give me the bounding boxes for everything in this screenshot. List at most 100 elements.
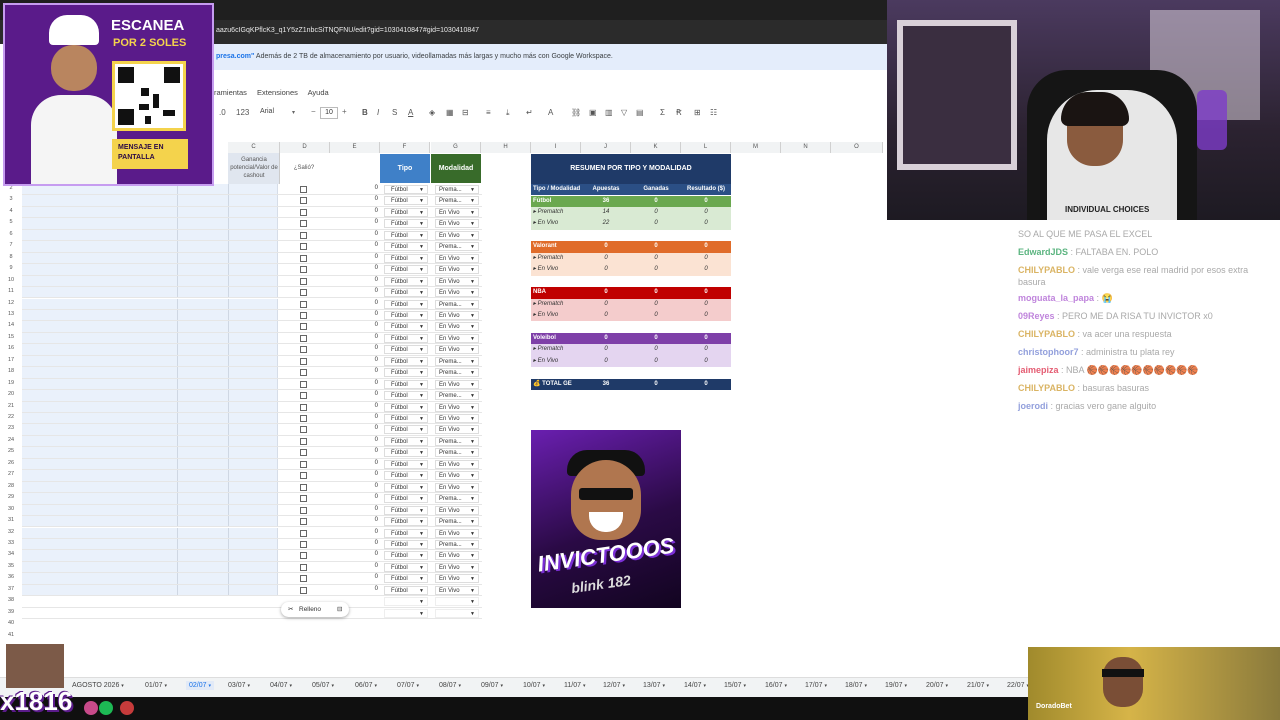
- modalidad-dropdown[interactable]: Prema... ▼: [435, 196, 479, 206]
- tipo-dropdown[interactable]: Fútbol ▼: [384, 505, 428, 515]
- cell-block[interactable]: [22, 195, 278, 206]
- tipo-dropdown[interactable]: Fútbol ▼: [384, 471, 428, 481]
- column-header[interactable]: H: [481, 142, 531, 153]
- modalidad-dropdown[interactable]: Prema... ▼: [435, 368, 479, 378]
- tipo-dropdown[interactable]: Fútbol ▼: [384, 436, 428, 446]
- row-number[interactable]: 20: [0, 391, 22, 397]
- tipo-dropdown[interactable]: Fútbol ▼: [384, 528, 428, 538]
- salio-checkbox[interactable]: [300, 403, 307, 411]
- modalidad-dropdown[interactable]: En Vivo ▼: [435, 551, 479, 561]
- salio-checkbox[interactable]: [300, 506, 307, 514]
- cell-value[interactable]: 0: [362, 471, 378, 477]
- modalidad-dropdown[interactable]: Prema... ▼: [435, 356, 479, 366]
- tab-caret-icon[interactable]: ▾: [289, 683, 292, 689]
- row-number[interactable]: 8: [0, 254, 22, 260]
- wrap-icon[interactable]: ↵: [526, 108, 533, 117]
- cell-block[interactable]: [22, 367, 278, 378]
- cell-block[interactable]: [22, 458, 278, 470]
- modalidad-dropdown[interactable]: En Vivo ▼: [435, 471, 479, 481]
- cell-value[interactable]: 0: [362, 403, 378, 409]
- sheet-tab[interactable]: 17/07 ▾: [805, 682, 827, 689]
- salio-checkbox[interactable]: [300, 529, 307, 537]
- cell-block[interactable]: [22, 355, 278, 367]
- cell-value[interactable]: 0: [362, 208, 378, 214]
- salio-checkbox[interactable]: [300, 586, 307, 594]
- salio-checkbox[interactable]: [300, 369, 307, 377]
- tab-caret-icon[interactable]: ▾: [331, 683, 334, 689]
- row-number[interactable]: 18: [0, 368, 22, 374]
- row-number[interactable]: 30: [0, 506, 22, 512]
- tipo-dropdown[interactable]: Fútbol ▼: [384, 299, 428, 309]
- tipo-dropdown[interactable]: Fútbol ▼: [384, 379, 428, 389]
- sheet-tab[interactable]: 11/07 ▾: [564, 682, 585, 689]
- modalidad-dropdown[interactable]: En Vivo ▼: [435, 288, 479, 298]
- tipo-dropdown[interactable]: Fútbol ▼: [384, 482, 428, 492]
- cell-block[interactable]: [22, 309, 278, 321]
- cell-value[interactable]: 0: [362, 322, 378, 328]
- salio-checkbox[interactable]: [300, 220, 307, 228]
- font-size-increase-button[interactable]: +: [342, 107, 347, 116]
- sheet-tab[interactable]: 22/07 ▾: [1007, 682, 1029, 689]
- tipo-dropdown[interactable]: Fútbol ▼: [384, 310, 428, 320]
- modalidad-dropdown[interactable]: En Vivo ▼: [435, 562, 479, 572]
- menu-tools[interactable]: ramientas: [214, 88, 247, 97]
- salio-checkbox[interactable]: [300, 289, 307, 297]
- fill-options-icon[interactable]: ⊟: [337, 602, 342, 617]
- cell-value[interactable]: 0: [362, 506, 378, 512]
- chat-username[interactable]: CHILYPABLO: [1018, 383, 1075, 393]
- tab-caret-icon[interactable]: ▾: [986, 683, 989, 689]
- modalidad-dropdown[interactable]: En Vivo ▼: [435, 585, 479, 595]
- tab-caret-icon[interactable]: ▾: [208, 683, 211, 689]
- filter-views-icon[interactable]: ▤: [636, 108, 644, 117]
- salio-checkbox[interactable]: [300, 449, 307, 457]
- cell-value[interactable]: 0: [362, 483, 378, 489]
- menu-help[interactable]: Ayuda: [308, 88, 329, 97]
- cell-value[interactable]: 0: [362, 380, 378, 386]
- modalidad-dropdown[interactable]: Prema... ▼: [435, 436, 479, 446]
- tab-caret-icon[interactable]: ▾: [500, 683, 503, 689]
- row-number[interactable]: 15: [0, 334, 22, 340]
- sheet-tab[interactable]: 01/07 ▾: [145, 682, 167, 689]
- tipo-dropdown[interactable]: Fútbol ▼: [384, 265, 428, 275]
- row-number[interactable]: 40: [0, 620, 22, 626]
- fill-color-icon[interactable]: ◈: [429, 108, 435, 117]
- tipo-dropdown[interactable]: Fútbol ▼: [384, 448, 428, 458]
- merge-icon[interactable]: ⊟: [462, 108, 469, 117]
- spotify-icon[interactable]: [99, 701, 113, 715]
- tab-caret-icon[interactable]: ▾: [662, 683, 665, 689]
- tipo-dropdown[interactable]: Fútbol ▼: [384, 196, 428, 206]
- cell-block[interactable]: [22, 516, 278, 527]
- salio-checkbox[interactable]: [300, 243, 307, 251]
- row-number[interactable]: 4: [0, 208, 22, 214]
- salio-checkbox[interactable]: [300, 540, 307, 548]
- tab-caret-icon[interactable]: ▾: [945, 683, 948, 689]
- salio-checkbox[interactable]: [300, 357, 307, 365]
- row-number[interactable]: 36: [0, 574, 22, 580]
- font-family-select[interactable]: Arial: [260, 108, 274, 115]
- tab-caret-icon[interactable]: ▾: [374, 683, 377, 689]
- row-number[interactable]: 22: [0, 414, 22, 420]
- modalidad-dropdown[interactable]: En Vivo ▼: [435, 574, 479, 584]
- salio-checkbox[interactable]: [300, 575, 307, 583]
- tipo-dropdown[interactable]: Fútbol ▼: [384, 585, 428, 595]
- align-icon[interactable]: ≡: [486, 108, 491, 117]
- cell-block[interactable]: [22, 378, 278, 390]
- tipo-dropdown[interactable]: Fútbol ▼: [384, 207, 428, 217]
- cell-block[interactable]: [22, 321, 278, 332]
- salio-checkbox[interactable]: [300, 300, 307, 308]
- cell-block[interactable]: [22, 573, 278, 584]
- tipo-dropdown[interactable]: Fútbol ▼: [384, 414, 428, 423]
- cell-block[interactable]: [22, 344, 278, 355]
- salio-checkbox[interactable]: [300, 208, 307, 216]
- column-header[interactable]: I: [531, 142, 581, 153]
- row-number[interactable]: 38: [0, 597, 22, 603]
- modalidad-dropdown[interactable]: En Vivo ▼: [435, 207, 479, 217]
- cell-value[interactable]: 0: [362, 551, 378, 557]
- row-number[interactable]: 41: [0, 632, 22, 638]
- cell-block[interactable]: [22, 206, 278, 218]
- sheet-tab[interactable]: AGOSTO 2026 ▾: [72, 682, 124, 689]
- cell-block[interactable]: [22, 481, 278, 493]
- sheet-tab[interactable]: 06/07 ▾: [355, 682, 377, 689]
- tipo-dropdown[interactable]: Fútbol ▼: [384, 391, 428, 401]
- empty-modalidad-dropdown[interactable]: ▼: [435, 608, 479, 618]
